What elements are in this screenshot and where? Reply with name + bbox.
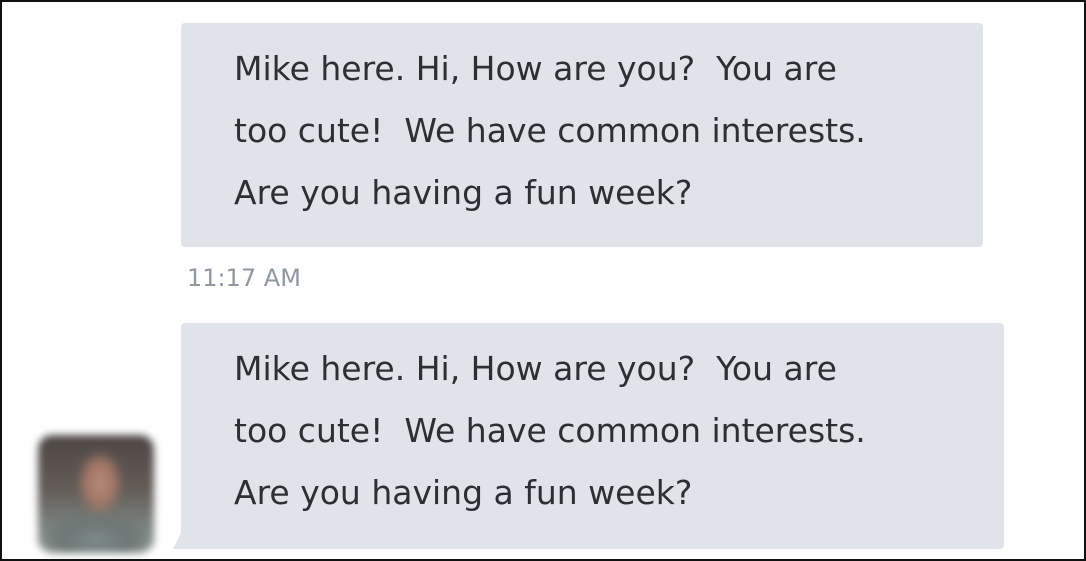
message-bubble[interactable]: Mike here. Hi, How are you? You are too … [181,323,1004,549]
chat-conversation-frame: Mike here. Hi, How are you? You are too … [0,0,1086,561]
message-text-line: Are you having a fun week? [234,173,693,212]
message-text-line: Mike here. Hi, How are you? You are [234,349,837,388]
message-text-line: too cute! We have common interests. [234,111,866,150]
message-timestamp: 11:17 AM [187,264,301,292]
message-text-line: Mike here. Hi, How are you? You are [234,49,837,88]
message-text-line: Are you having a fun week? [234,473,693,512]
sender-avatar[interactable] [38,435,154,553]
message-bubble-tail [173,529,183,549]
message-bubble[interactable]: Mike here. Hi, How are you? You are too … [181,23,983,247]
message-text-line: too cute! We have common interests. [234,411,866,450]
